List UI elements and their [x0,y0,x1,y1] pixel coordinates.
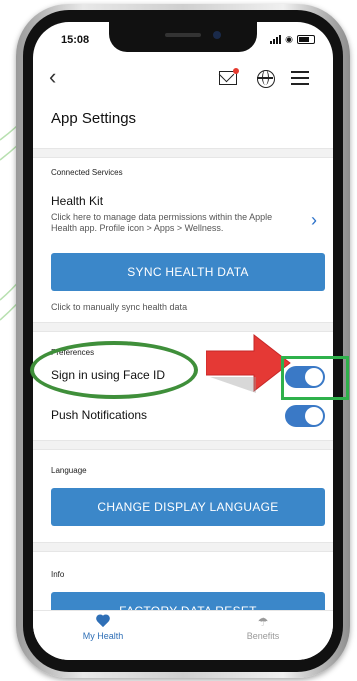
section-label-language: Language [51,466,87,475]
globe-icon[interactable] [257,70,275,88]
tab-benefits[interactable]: ☂ Benefits [213,615,313,641]
speaker-grille [165,33,201,37]
phone-notch [109,22,257,52]
menu-icon[interactable] [291,71,309,85]
status-time: 15:08 [61,34,90,46]
tab-label: Benefits [246,631,280,641]
tab-label: My Health [82,631,124,641]
sync-hint: Click to manually sync health data [51,302,188,312]
push-notifications-label: Push Notifications [51,408,148,422]
heart-icon [96,615,110,628]
signal-icon [270,35,282,44]
notification-dot [233,68,239,74]
wifi-icon: ◉ [285,34,293,44]
section-divider [33,148,333,158]
section-divider [33,542,333,552]
red-arrow-icon [206,333,291,393]
front-camera [213,31,221,39]
chevron-right-icon[interactable]: › [311,210,317,231]
push-notifications-toggle[interactable] [285,405,325,427]
highlight-box [281,356,349,400]
health-kit-title[interactable]: Health Kit [51,194,103,208]
sync-health-data-button[interactable]: SYNC HEALTH DATA [51,253,325,291]
umbrella-icon: ☂ [257,615,269,629]
status-icons: ◉ [270,34,315,45]
bottom-tab-bar: My Health ☂ Benefits [33,610,333,660]
change-display-language-button[interactable]: CHANGE DISPLAY LANGUAGE [51,488,325,526]
section-label-connected-services: Connected Services [51,168,123,177]
chevron-left-icon[interactable]: ‹ [49,64,56,90]
section-label-info: Info [51,570,65,579]
highlight-ellipse [30,341,198,399]
top-nav-bar: ‹ [33,62,333,96]
section-divider [33,440,333,450]
battery-icon [297,35,315,44]
tab-my-health[interactable]: My Health [53,615,153,641]
health-kit-description[interactable]: Click here to manage data permissions wi… [51,212,291,234]
page-title: App Settings [51,110,137,127]
